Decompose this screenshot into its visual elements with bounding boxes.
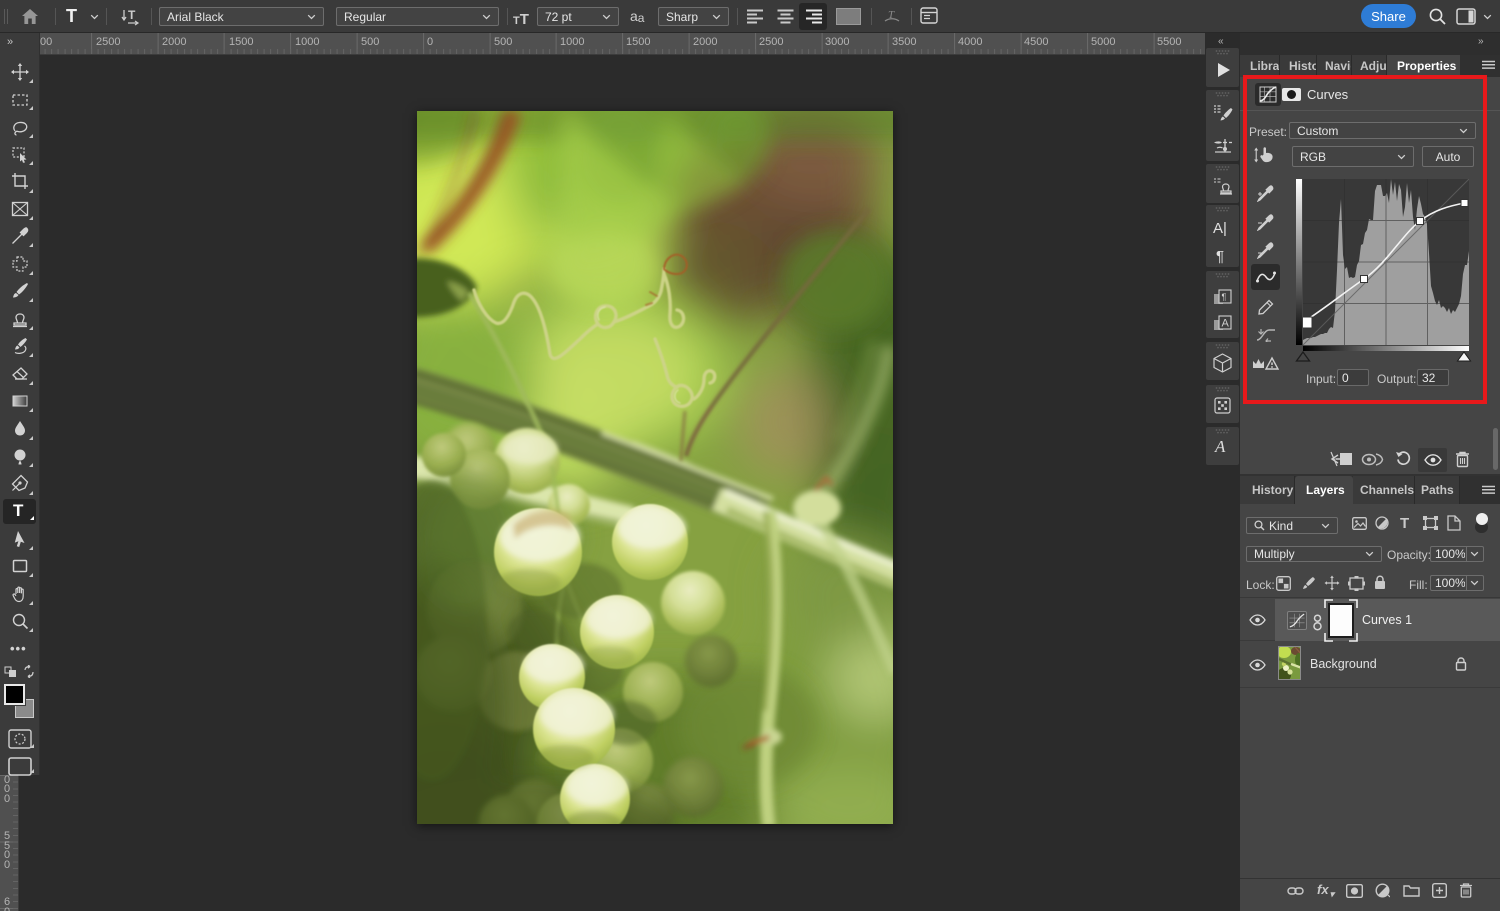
svg-text:T: T [128,8,136,22]
svg-text:¶: ¶ [1222,292,1227,302]
svg-text:A: A [1222,318,1230,330]
